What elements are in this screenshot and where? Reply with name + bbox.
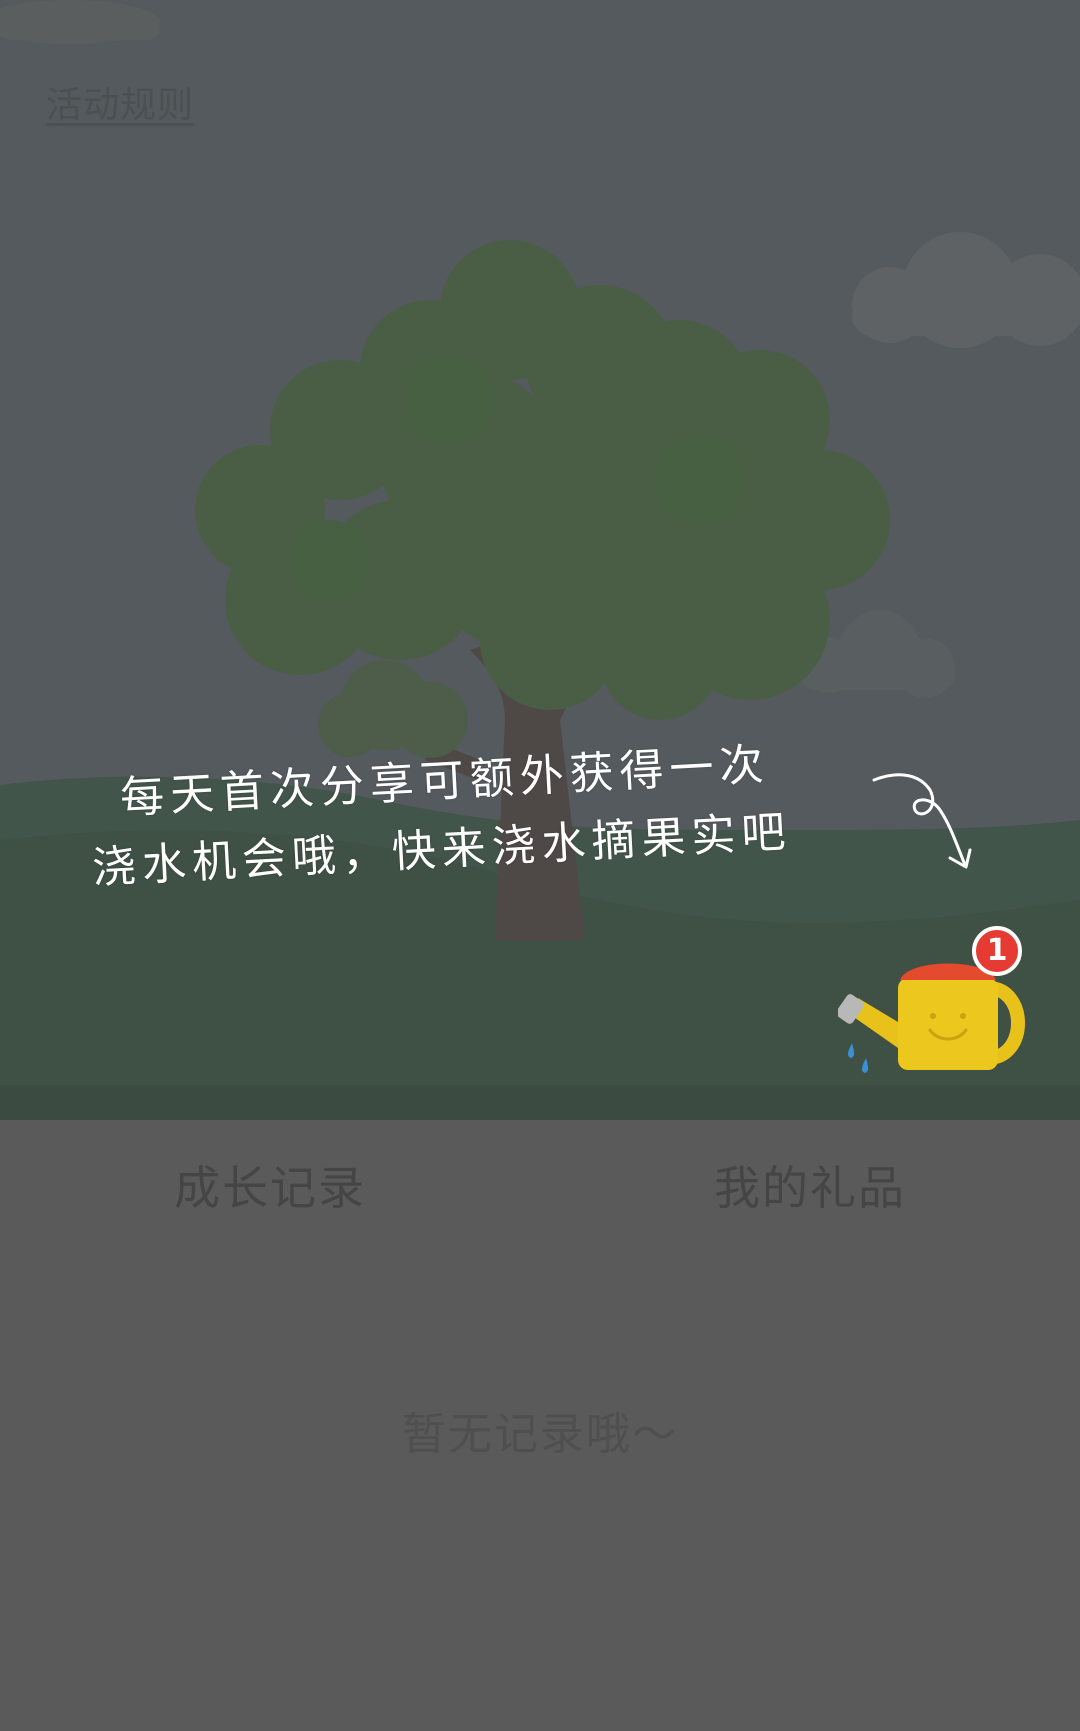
- tab-my-gifts[interactable]: 我的礼品: [540, 1120, 1080, 1250]
- bush: [318, 660, 468, 758]
- cloud-right: [852, 232, 1080, 348]
- tab-bar: 成长记录 我的礼品: [0, 1120, 1080, 1250]
- tab-growth-record[interactable]: 成长记录: [0, 1120, 540, 1250]
- tree-foliage: [195, 240, 890, 720]
- activity-rules-link[interactable]: 活动规则: [46, 76, 194, 128]
- curved-arrow-icon: [872, 773, 972, 869]
- garden-scene: 活动规则 每天首次分享可额外获得一次 浇水机会哦，快来浇水摘果实吧 1: [0, 0, 1080, 1120]
- empty-state-text: 暂无记录哦～: [402, 1409, 678, 1460]
- notification-badge: 1: [972, 926, 1022, 976]
- cloud-top-left: [0, 0, 160, 44]
